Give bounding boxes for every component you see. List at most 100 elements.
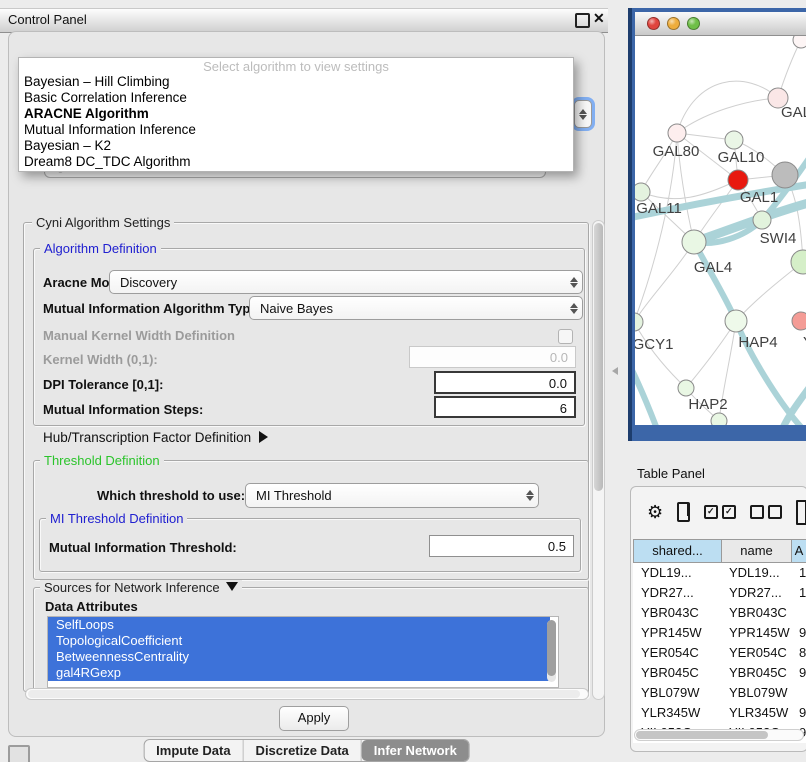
table-cell[interactable]: YDL19... [633, 563, 721, 583]
table-cell[interactable]: YER054C [633, 643, 721, 663]
network-node-gal1[interactable] [728, 170, 748, 190]
tab-label: Infer Network [374, 743, 457, 758]
network-node[interactable] [791, 250, 806, 274]
network-node[interactable] [711, 413, 727, 425]
algorithm-option[interactable]: Bayesian – K2 [19, 138, 573, 154]
settings-horizontal-scrollbar[interactable] [25, 688, 589, 700]
network-node[interactable] [793, 36, 806, 48]
float-panel-icon[interactable] [575, 13, 590, 28]
tab-label: Impute Data [156, 743, 230, 758]
settings-vertical-scrollbar[interactable] [592, 220, 605, 700]
settings-horizontal-thumb[interactable] [28, 690, 580, 698]
table-cell[interactable]: YBL079W [721, 683, 791, 703]
table-row[interactable]: YLR345WYLR345W9. [633, 703, 806, 723]
network-node-hap2[interactable] [678, 380, 694, 396]
network-node-gal11[interactable] [635, 183, 650, 201]
table-cell[interactable]: YDL19... [721, 563, 791, 583]
attribute-item[interactable]: TopologicalCoefficient [48, 633, 550, 649]
table-row[interactable]: YER054CYER054C8. [633, 643, 806, 663]
algorithm-option[interactable]: Mutual Information Inference [19, 122, 573, 138]
tab-discretize-data[interactable]: Discretize Data [244, 740, 362, 761]
minimize-traffic-light[interactable] [667, 17, 680, 30]
table-cell[interactable]: YLR345W [633, 703, 721, 723]
table-cell[interactable]: 9. [791, 623, 806, 643]
network-node-gal4[interactable] [682, 230, 706, 254]
algorithm-option[interactable]: Basic Correlation Inference [19, 90, 573, 106]
network-node-y[interactable] [792, 312, 806, 330]
column-header[interactable]: name [721, 539, 791, 563]
splitter-arrow-icon[interactable] [612, 367, 618, 375]
table-cell[interactable]: 12 [791, 583, 806, 603]
network-canvas[interactable]: GALGAL80GAL10GAL1GAL11SWI4GAL4GCY1HAP4YH… [635, 36, 806, 425]
table-cell[interactable] [791, 603, 806, 623]
table-row[interactable]: YBR043CYBR043C [633, 603, 806, 623]
column-header[interactable]: A [791, 539, 806, 563]
sources-toggle[interactable]: Sources for Network Inference [40, 580, 242, 595]
table-row[interactable]: YDR27...YDR27...12 [633, 583, 806, 603]
column-header[interactable]: shared... [633, 539, 721, 563]
network-node-gcy1[interactable] [635, 313, 643, 331]
table-row[interactable]: YBL079WYBL079W [633, 683, 806, 703]
list-scrollbar-thumb[interactable] [547, 620, 556, 676]
table-row[interactable]: YBR045CYBR045C9. [633, 663, 806, 683]
collapsed-panel-button[interactable] [8, 745, 30, 762]
manual-kernel-width-checkbox[interactable] [558, 329, 573, 344]
table-cell[interactable]: YER054C [721, 643, 791, 663]
settings-vertical-thumb[interactable] [594, 223, 603, 491]
attribute-item[interactable]: SelfLoops [48, 617, 550, 633]
table-cell[interactable] [791, 683, 806, 703]
mi-steps-input[interactable]: 6 [434, 396, 576, 418]
checked-checkboxes-icon[interactable]: ✓✓ [704, 505, 736, 519]
document-icon[interactable] [796, 500, 806, 525]
focused-stepper-icon[interactable] [574, 100, 592, 128]
algorithm-option[interactable]: Dream8 DC_TDC Algorithm [19, 154, 573, 170]
tab-impute-data[interactable]: Impute Data [144, 740, 243, 761]
table-cell[interactable]: 9. [791, 663, 806, 683]
table-cell[interactable]: YBL079W [633, 683, 721, 703]
node-label: GAL10 [718, 149, 765, 166]
network-node-gal80[interactable] [668, 124, 686, 142]
table-cell[interactable]: YDR27... [633, 583, 721, 603]
kernel-width-input[interactable]: 0.0 [409, 346, 576, 368]
table-cell[interactable]: 8. [791, 643, 806, 663]
table-cell[interactable]: YBR043C [721, 603, 791, 623]
mi-algorithm-type-select[interactable]: Naive Bayes [249, 296, 583, 320]
algorithm-option[interactable]: ARACNE Algorithm [19, 106, 573, 122]
network-node-hap4[interactable] [725, 310, 747, 332]
table-horizontal-scrollbar[interactable] [634, 729, 804, 741]
table-cell[interactable]: YLR345W [721, 703, 791, 723]
table-cell[interactable]: YBR045C [633, 663, 721, 683]
close-panel-icon[interactable]: ✕ [593, 10, 605, 27]
table-cell[interactable]: YBR045C [721, 663, 791, 683]
tab-infer-network[interactable]: Infer Network [362, 740, 469, 761]
data-attributes-list[interactable]: SelfLoopsTopologicalCoefficientBetweenne… [47, 616, 559, 688]
dpi-tolerance-input[interactable]: 0.0 [434, 371, 576, 394]
table-cell[interactable]: 9. [791, 703, 806, 723]
zoom-traffic-light[interactable] [687, 17, 700, 30]
close-traffic-light[interactable] [647, 17, 660, 30]
gear-icon[interactable]: ⚙ [647, 503, 663, 521]
hub-definition-toggle[interactable]: Hub/Transcription Factor Definition [43, 430, 268, 445]
algorithm-option[interactable]: Bayesian – Hill Climbing [19, 74, 573, 90]
split-columns-icon[interactable] [677, 502, 690, 522]
table-row[interactable]: YPR145WYPR145W9. [633, 623, 806, 643]
table-cell[interactable]: 13 [791, 563, 806, 583]
network-node-swi4[interactable] [753, 211, 771, 229]
table-cell[interactable]: YDR27... [721, 583, 791, 603]
table-horizontal-thumb[interactable] [636, 731, 768, 739]
apply-button[interactable]: Apply [279, 706, 349, 731]
table-row[interactable]: YDL19...YDL19...13 [633, 563, 806, 583]
unchecked-checkboxes-icon[interactable] [750, 505, 782, 519]
network-window-titlebar[interactable] [635, 12, 806, 36]
attribute-item[interactable]: BetweennessCentrality [48, 649, 550, 665]
mi-threshold-input[interactable]: 0.5 [429, 535, 574, 557]
which-threshold-select[interactable]: MI Threshold [245, 483, 539, 508]
table-cell[interactable]: YPR145W [721, 623, 791, 643]
table-cell[interactable]: YBR043C [633, 603, 721, 623]
aracne-mode-select[interactable]: Discovery [109, 270, 583, 294]
table-cell[interactable]: YPR145W [633, 623, 721, 643]
network-node-gal10[interactable] [725, 131, 743, 149]
network-node[interactable] [772, 162, 798, 188]
attribute-item[interactable]: gal4RGexp [48, 665, 550, 681]
list-scrollbar[interactable] [547, 620, 556, 682]
